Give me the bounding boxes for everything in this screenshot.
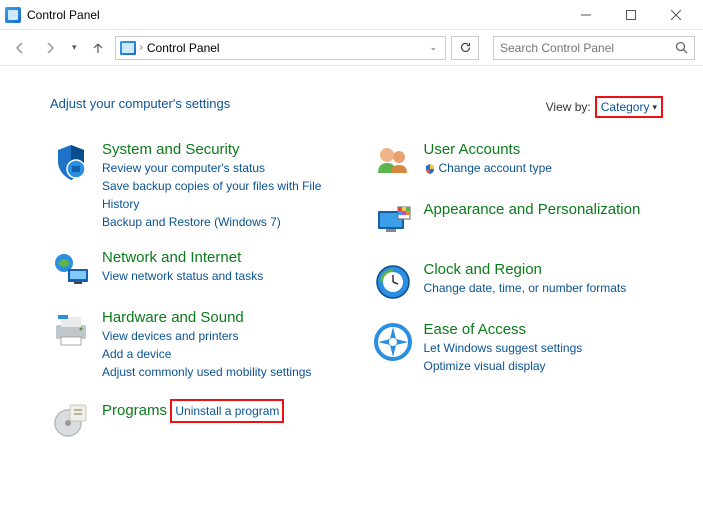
forward-button[interactable] <box>38 36 62 60</box>
link-review-status[interactable]: Review your computer's status <box>102 159 342 177</box>
category-system: System and Security Review your computer… <box>50 141 342 231</box>
link-network-status[interactable]: View network status and tasks <box>102 267 342 285</box>
category-title-system[interactable]: System and Security <box>102 141 240 158</box>
uac-shield-icon <box>424 163 436 175</box>
category-clock: Clock and Region Change date, time, or n… <box>372 261 664 303</box>
category-network: Network and Internet View network status… <box>50 249 342 291</box>
link-date-time-formats[interactable]: Change date, time, or number formats <box>424 279 664 297</box>
minimize-button[interactable] <box>563 0 608 29</box>
category-title-hardware[interactable]: Hardware and Sound <box>102 309 244 326</box>
shield-icon[interactable] <box>50 141 92 183</box>
addressbar[interactable]: › Control Panel ⌄ <box>115 36 446 60</box>
link-file-history[interactable]: Save backup copies of your files with Fi… <box>102 177 342 213</box>
link-optimize-visual[interactable]: Optimize visual display <box>424 357 664 375</box>
addressbar-dropdown[interactable]: ⌄ <box>425 42 441 53</box>
category-title-network[interactable]: Network and Internet <box>102 249 241 266</box>
programs-icon[interactable] <box>50 399 92 441</box>
search-box[interactable] <box>493 36 695 60</box>
network-icon[interactable] <box>50 249 92 291</box>
link-suggest-settings[interactable]: Let Windows suggest settings <box>424 339 664 357</box>
category-title-programs[interactable]: Programs <box>102 402 167 419</box>
search-icon[interactable] <box>675 41 688 54</box>
refresh-button[interactable] <box>451 36 479 60</box>
link-mobility-settings[interactable]: Adjust commonly used mobility settings <box>102 363 342 381</box>
category-ease: Ease of Access Let Windows suggest setti… <box>372 321 664 375</box>
navbar: ▾ › Control Panel ⌄ <box>0 30 703 66</box>
left-column: System and Security Review your computer… <box>50 141 342 441</box>
appearance-icon[interactable] <box>372 201 414 243</box>
link-devices-printers[interactable]: View devices and printers <box>102 327 342 345</box>
category-title-clock[interactable]: Clock and Region <box>424 261 542 278</box>
category-users: User Accounts Change account type <box>372 141 664 183</box>
category-title-appearance[interactable]: Appearance and Personalization <box>424 201 641 218</box>
clock-icon[interactable] <box>372 261 414 303</box>
titlebar: Control Panel <box>0 0 703 30</box>
category-title-ease[interactable]: Ease of Access <box>424 321 527 338</box>
up-button[interactable] <box>87 37 109 59</box>
maximize-button[interactable] <box>608 0 653 29</box>
breadcrumb-separator: › <box>140 42 143 53</box>
addressbar-icon <box>120 41 136 55</box>
link-backup-restore[interactable]: Backup and Restore (Windows 7) <box>102 213 342 231</box>
window-title: Control Panel <box>27 8 563 22</box>
viewby-label: View by: <box>546 100 591 114</box>
category-programs: Programs Uninstall a program <box>50 399 342 441</box>
viewby-selector: View by: Category <box>546 96 663 118</box>
category-appearance: Appearance and Personalization <box>372 201 664 243</box>
history-dropdown[interactable]: ▾ <box>68 42 81 53</box>
search-input[interactable] <box>500 41 675 55</box>
users-icon[interactable] <box>372 141 414 183</box>
close-button[interactable] <box>653 0 698 29</box>
viewby-dropdown[interactable]: Category <box>595 96 663 118</box>
ease-of-access-icon[interactable] <box>372 321 414 363</box>
back-button[interactable] <box>8 36 32 60</box>
link-add-device[interactable]: Add a device <box>102 345 342 363</box>
category-title-users[interactable]: User Accounts <box>424 141 521 158</box>
link-uninstall-program[interactable]: Uninstall a program <box>170 399 284 423</box>
control-panel-icon <box>5 7 21 23</box>
link-change-account-type[interactable]: Change account type <box>424 159 664 177</box>
breadcrumb-item[interactable]: Control Panel <box>147 41 220 55</box>
right-column: User Accounts Change account type Appear… <box>372 141 664 441</box>
window-controls <box>563 0 698 29</box>
category-hardware: Hardware and Sound View devices and prin… <box>50 309 342 381</box>
content-area: Adjust your computer's settings View by:… <box>0 66 703 461</box>
category-grid: System and Security Review your computer… <box>50 141 663 441</box>
printer-icon[interactable] <box>50 309 92 351</box>
